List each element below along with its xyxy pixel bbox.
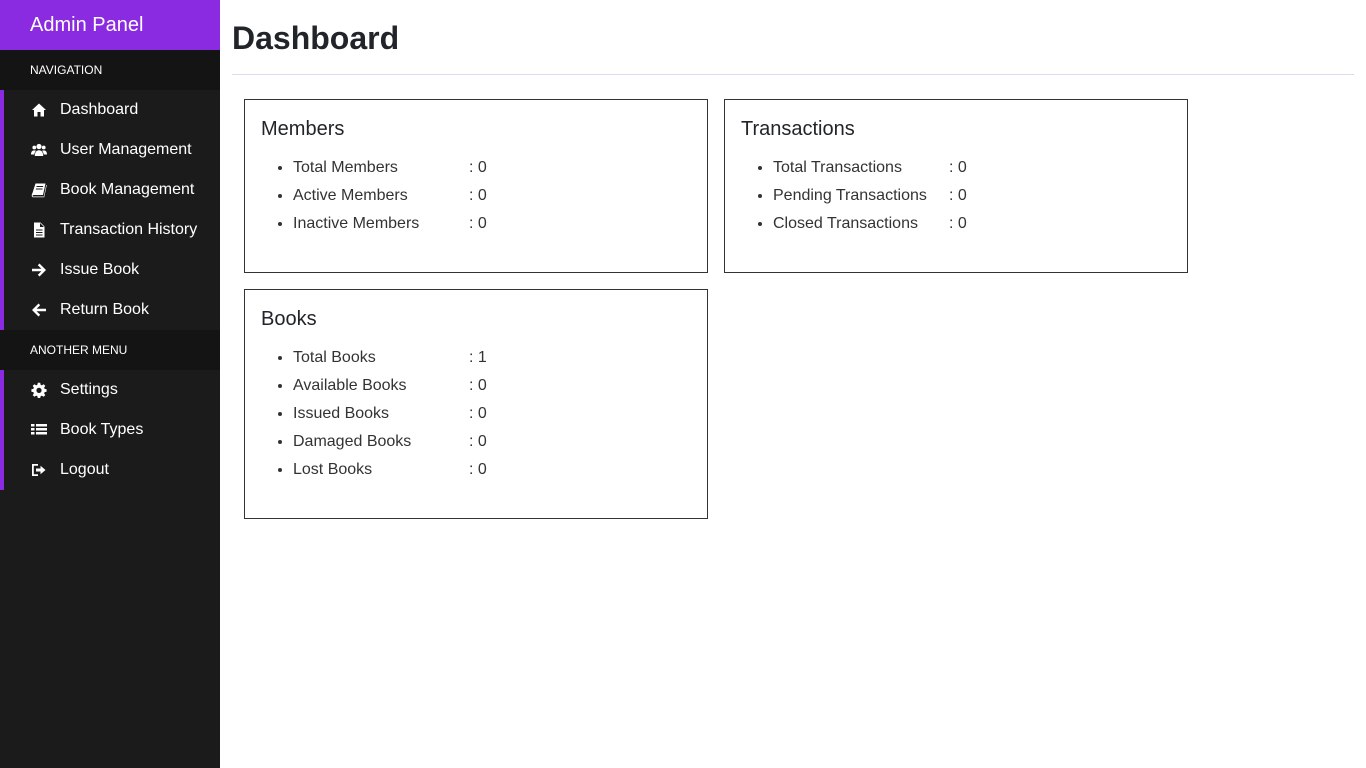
list-item: Available Books: 0 (293, 376, 487, 404)
nav-group-navigation: Dashboard User Management Book Managemen… (0, 90, 220, 330)
list-item: Issued Books: 0 (293, 404, 487, 432)
books-card: Books Total Books: 1 Available Books: 0 … (244, 289, 708, 519)
sidebar-item-logout[interactable]: Logout (4, 450, 220, 490)
stats-list: Total Books: 1 Available Books: 0 Issued… (293, 348, 487, 488)
sidebar-item-label: Transaction History (60, 221, 198, 238)
list-item: Total Transactions: 0 (773, 158, 967, 186)
sidebar-item-return-book[interactable]: Return Book (4, 290, 220, 330)
sidebar-item-dashboard[interactable]: Dashboard (4, 90, 220, 130)
list-item: Closed Transactions: 0 (773, 214, 967, 242)
sidebar-item-label: Book Management (60, 181, 195, 198)
sidebar: Admin Panel NAVIGATION Dashboard User Ma… (0, 0, 220, 768)
list-item: Damaged Books: 0 (293, 432, 487, 460)
sidebar-item-label: Return Book (60, 301, 149, 318)
card-title: Transactions (741, 118, 855, 140)
card-title: Books (261, 308, 317, 330)
list-icon (30, 421, 48, 439)
title-divider (232, 74, 1354, 75)
sidebar-item-book-management[interactable]: Book Management (4, 170, 220, 210)
brand-title[interactable]: Admin Panel (0, 0, 220, 50)
sidebar-item-label: User Management (60, 141, 192, 158)
section-header-navigation: NAVIGATION (0, 50, 220, 90)
gear-icon (30, 381, 48, 399)
list-item: Lost Books: 0 (293, 460, 487, 488)
users-icon (30, 141, 48, 159)
list-item: Pending Transactions: 0 (773, 186, 967, 214)
list-item: Total Members: 0 (293, 158, 487, 186)
logout-icon (30, 461, 48, 479)
members-card: Members Total Members: 0 Active Members:… (244, 99, 708, 273)
transactions-card: Transactions Total Transactions: 0 Pendi… (724, 99, 1188, 273)
card-title: Members (261, 118, 345, 140)
list-item: Total Books: 1 (293, 348, 487, 376)
sidebar-item-label: Settings (60, 381, 118, 398)
nav-group-another-menu: Settings Book Types Logout (0, 370, 220, 490)
list-item: Active Members: 0 (293, 186, 487, 214)
stats-list: Total Transactions: 0 Pending Transactio… (773, 158, 967, 242)
main-content: Dashboard Members Total Members: 0 Activ… (220, 0, 1366, 768)
sidebar-item-label: Logout (60, 461, 109, 478)
sidebar-item-book-types[interactable]: Book Types (4, 410, 220, 450)
page-title: Dashboard (232, 20, 400, 56)
sidebar-item-transaction-history[interactable]: Transaction History (4, 210, 220, 250)
file-icon (30, 221, 48, 239)
sidebar-item-label: Dashboard (60, 101, 139, 118)
sidebar-item-issue-book[interactable]: Issue Book (4, 250, 220, 290)
home-icon (30, 101, 48, 119)
section-header-another-menu: ANOTHER MENU (0, 330, 220, 370)
list-item: Inactive Members: 0 (293, 214, 487, 242)
stats-list: Total Members: 0 Active Members: 0 Inact… (293, 158, 487, 242)
book-icon (30, 181, 48, 199)
sidebar-item-user-management[interactable]: User Management (4, 130, 220, 170)
sidebar-item-label: Book Types (60, 421, 144, 438)
sidebar-item-label: Issue Book (60, 261, 140, 278)
sidebar-item-settings[interactable]: Settings (4, 370, 220, 410)
arrow-right-icon (30, 261, 48, 279)
arrow-left-icon (30, 301, 48, 319)
